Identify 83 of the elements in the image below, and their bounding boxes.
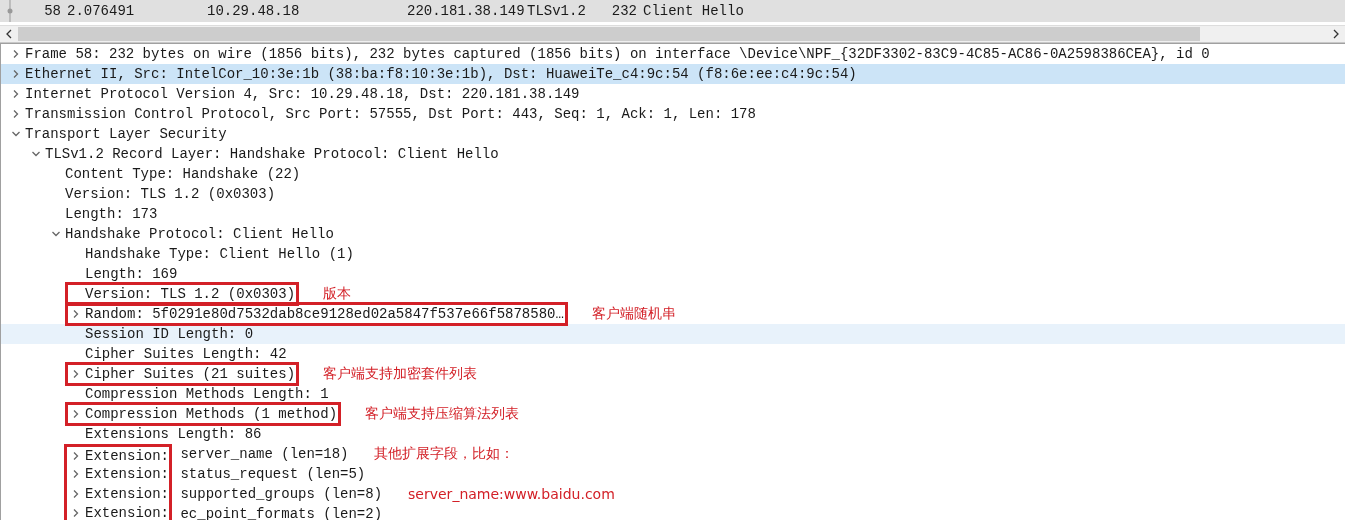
packet-marker-icon (7, 0, 13, 22)
tree-item-label: Version: TLS 1.2 (0x0303) (85, 286, 296, 302)
tree-item-label: Session ID Length: 0 (85, 326, 254, 342)
packet-destination: 220.181.38.149 (406, 3, 524, 19)
tree-item-label: Compression Methods Length: 1 (85, 386, 329, 402)
packet-source: 10.29.48.18 (206, 3, 301, 19)
tree-item-label: Handshake Type: Client Hello (1) (85, 246, 354, 262)
tree-row[interactable]: Transmission Control Protocol, Src Port: 57555, Dst Port: 443, Seq: 1, Ack: 1, Len: 178 (1, 104, 1345, 124)
tree-item-label: Extensions Length: 86 (85, 426, 262, 442)
tree-item-label: TLSv1.2 Record Layer: Handshake Protocol: Client Hello (45, 146, 499, 162)
annotation-note: 版本 (323, 285, 352, 303)
tree-row[interactable]: Frame 58: 232 bytes on wire (1856 bits), 232 bytes captured (1856 bits) on interface \Device\NPF_{32DF3302-83C9-4C85-AC86-0A2598386CEA}, id 0 (1, 44, 1345, 64)
tree-row[interactable]: Extension: status_request (len=5) (1, 464, 1345, 484)
tree-item-label: Compression Methods (1 method) (85, 406, 338, 422)
tree-row[interactable]: Ethernet II, Src: IntelCor_10:3e:1b (38:ba:f8:10:3e:1b), Dst: HuaweiTe_c4:9c:54 (f8:6e:ee:c4:9c:54) (1, 64, 1345, 84)
field-key: Extension: (85, 486, 169, 502)
tree-row[interactable]: Version: TLS 1.2 (0x0303) (1, 184, 1345, 204)
tree-row[interactable]: Transport Layer Security (1, 124, 1345, 144)
chevron-down-icon[interactable] (52, 230, 60, 238)
chevron-right-icon[interactable] (12, 90, 20, 98)
chevron-down-icon[interactable] (12, 130, 20, 138)
annotation-note: 其他扩展字段，比如： (374, 445, 515, 463)
tree-item-label: Frame 58: 232 bytes on wire (1856 bits), 232 bytes captured (1856 bits) on interface \Device\NPF_{32DF3302-83C9-4C85-AC86-0A2598386CEA}, id 0 (25, 46, 1210, 62)
packet-number: 58 (43, 3, 62, 19)
chevron-right-icon[interactable] (12, 70, 20, 78)
tree-item-label: Handshake Protocol: Client Hello (65, 226, 334, 242)
tree-row[interactable]: Session ID Length: 0 (1, 324, 1345, 344)
annotation-note: 客户端支持加密套件列表 (323, 365, 478, 383)
tree-row[interactable]: Internet Protocol Version 4, Src: 10.29.48.18, Dst: 220.181.38.149 (1, 84, 1345, 104)
field-key: Extension: (85, 504, 169, 520)
packet-protocol: TLSv1.2 (526, 3, 587, 19)
packet-row[interactable]: 58 2.076491 10.29.48.18 220.181.38.149 TLSv1.2 232 Client Hello (0, 0, 1345, 22)
tree-row[interactable]: Length: 173 (1, 204, 1345, 224)
tree-row[interactable]: Compression Methods Length: 1 (1, 384, 1345, 404)
tree-row[interactable]: Extension: supported_groups (len=8) server_name:www.baidu.com (1, 484, 1345, 504)
annotation-note: 客户端随机串 (591, 305, 676, 323)
chevron-right-icon[interactable] (72, 470, 80, 478)
tree-row[interactable]: Length: 169 (1, 264, 1345, 284)
packet-length: 232 (610, 3, 638, 19)
packet-time: 2.076491 (66, 3, 136, 19)
tree-row[interactable]: Extension: server_name (len=18) 其他扩展字段，比如： (1, 444, 1345, 464)
tree-item-label: Cipher Suites Length: 42 (85, 346, 287, 362)
chevron-right-icon[interactable] (72, 490, 80, 498)
chevron-right-icon[interactable] (72, 370, 80, 378)
tree-row[interactable]: Random: 5f0291e80d7532dab8ce9128ed02a5847f537e66f5878580… 客户端随机串 (1, 304, 1345, 324)
chevron-down-icon[interactable] (32, 150, 40, 158)
field-value: status_request (len=5) (179, 466, 366, 482)
tree-row[interactable]: Cipher Suites (21 suites) 客户端支持加密套件列表 (1, 364, 1345, 384)
tree-row[interactable]: Compression Methods (1 method) 客户端支持压缩算法列表 (1, 404, 1345, 424)
chevron-right-icon[interactable] (72, 451, 80, 460)
field-key: Extension: (85, 447, 169, 464)
tree-item-label: Cipher Suites (21 suites) (85, 366, 296, 382)
tree-item-label: Length: 173 (65, 206, 158, 222)
chevron-right-icon[interactable] (72, 410, 80, 418)
field-value: server_name (len=18) (179, 446, 349, 462)
field-value: supported_groups (len=8) (179, 486, 383, 502)
tree-item-label: Transport Layer Security (25, 126, 227, 142)
chevron-right-icon[interactable] (12, 110, 20, 118)
field-value: ec_point_formats (len=2) (179, 506, 383, 520)
tree-item-label: Transmission Control Protocol, Src Port: 57555, Dst Port: 443, Seq: 1, Ack: 1, Len: 178 (25, 106, 756, 122)
tree-row[interactable]: Handshake Protocol: Client Hello (1, 224, 1345, 244)
chevron-right-icon[interactable] (12, 50, 20, 58)
tree-row[interactable]: Handshake Type: Client Hello (1) (1, 244, 1345, 264)
tree-row[interactable]: Content Type: Handshake (22) (1, 164, 1345, 184)
tree-item-label: Content Type: Handshake (22) (65, 166, 301, 182)
scrollbar-thumb[interactable] (18, 27, 1200, 41)
tree-item-label: Internet Protocol Version 4, Src: 10.29.48.18, Dst: 220.181.38.149 (25, 86, 580, 102)
annotation-note: server_name:www.baidu.com (408, 486, 615, 502)
annotation-note: 客户端支持压缩算法列表 (365, 405, 520, 423)
horizontal-scrollbar[interactable] (0, 25, 1345, 42)
tree-item-label: Length: 169 (85, 266, 178, 282)
tree-item-label: Random: 5f0291e80d7532dab8ce9128ed02a5847f537e66f5878580… (85, 306, 564, 322)
tree-row[interactable]: TLSv1.2 Record Layer: Handshake Protocol: Client Hello (1, 144, 1345, 164)
tree-row[interactable]: Version: TLS 1.2 (0x0303) 版本 (1, 284, 1345, 304)
tree-item-label: Ethernet II, Src: IntelCor_10:3e:1b (38:ba:f8:10:3e:1b), Dst: HuaweiTe_c4:9c:54 (f8:6e:ee:c4:9c:54) (25, 66, 857, 82)
field-key: Extension: (85, 466, 169, 482)
tree-row[interactable]: Cipher Suites Length: 42 (1, 344, 1345, 364)
tree-row[interactable]: Extension: ec_point_formats (len=2) (1, 504, 1345, 520)
chevron-right-icon[interactable] (72, 508, 80, 517)
packet-info: Client Hello (642, 3, 745, 19)
tree-row[interactable]: Extensions Length: 86 (1, 424, 1345, 444)
chevron-right-icon[interactable] (72, 310, 80, 318)
tree-item-label: Version: TLS 1.2 (0x0303) (65, 186, 276, 202)
